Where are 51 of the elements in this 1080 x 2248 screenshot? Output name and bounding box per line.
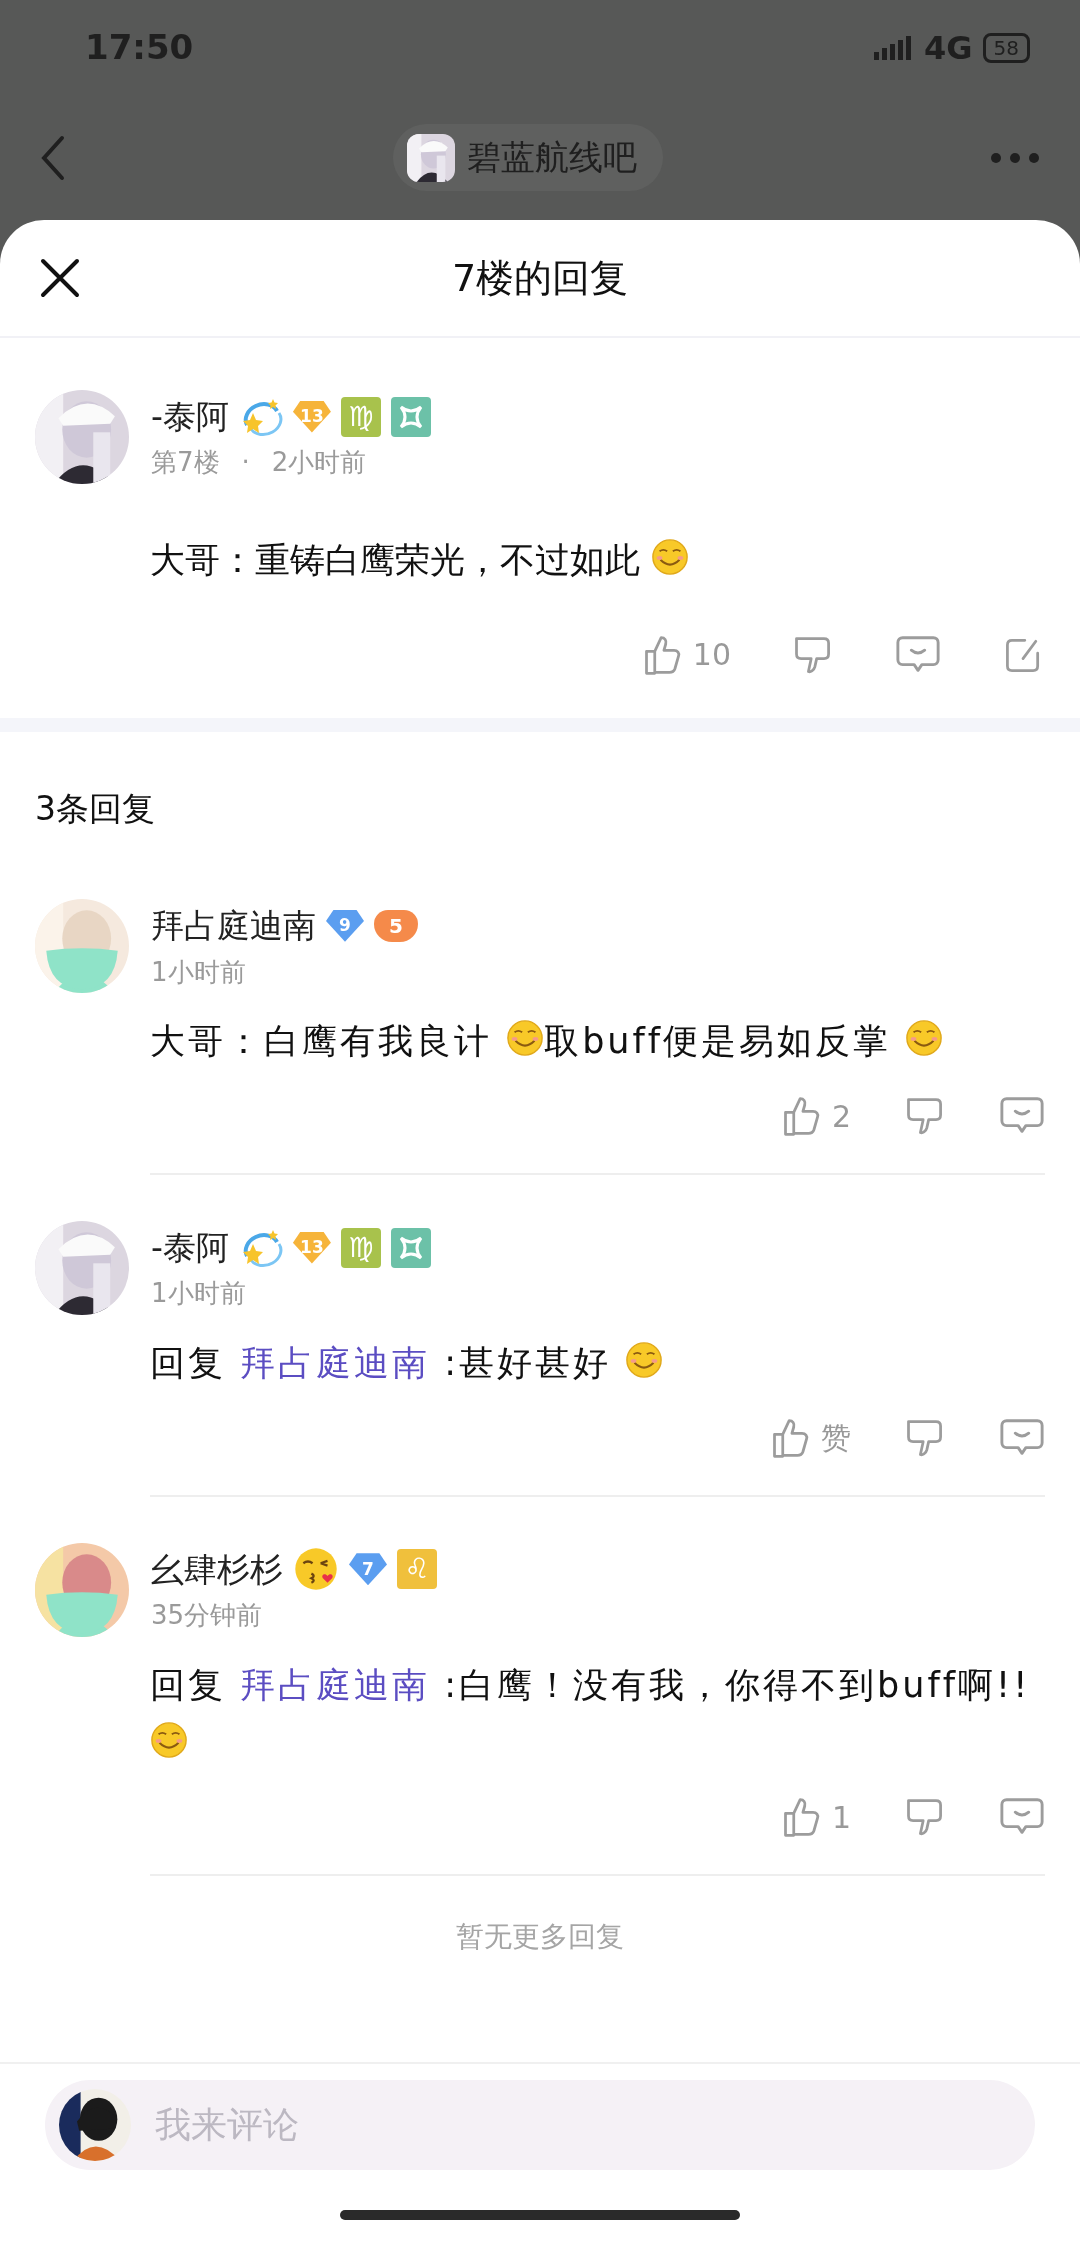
level-badge: 7 bbox=[349, 1553, 387, 1586]
comment-text: 大哥：白鹰有我良计 bbox=[150, 1021, 492, 1062]
floor-number: 第7楼 bbox=[151, 446, 220, 480]
like-count: 赞 bbox=[821, 1419, 851, 1458]
back-icon[interactable] bbox=[40, 134, 66, 181]
reply-count: 3条回复 bbox=[34, 787, 156, 830]
smiley-icon bbox=[905, 1019, 944, 1058]
comment-text: 取buff便是易如反掌 bbox=[544, 1021, 892, 1062]
user-link[interactable]: 拜占庭迪南 bbox=[240, 1664, 431, 1705]
clock-time: 17:50 bbox=[85, 26, 194, 69]
zodiac-badge: ♌ bbox=[397, 1549, 437, 1590]
like-count: 1 bbox=[831, 1798, 851, 1837]
level-badge: 13 bbox=[292, 400, 331, 433]
level-badge: 9 bbox=[326, 909, 364, 942]
zodiac-badge: ♍ bbox=[340, 1227, 381, 1268]
comment-text: 回复 bbox=[150, 1343, 226, 1383]
comment-text: 回复 bbox=[150, 1664, 226, 1705]
post-time: 2小时前 bbox=[271, 446, 367, 480]
close-icon bbox=[40, 258, 80, 298]
smiley-icon bbox=[506, 1019, 545, 1058]
reply-time: 1小时前 bbox=[151, 1277, 246, 1311]
network-type: 4G bbox=[924, 27, 973, 69]
reply-time: 1小时前 bbox=[151, 955, 246, 989]
like-count: 10 bbox=[692, 636, 731, 675]
battery-level: 58 bbox=[982, 32, 1030, 63]
comment-field[interactable]: 我来评论 bbox=[153, 2097, 1019, 2153]
comment-text: 大哥：重铸白鹰荣光，不过如此 bbox=[150, 540, 640, 580]
reply-time: 35分钟前 bbox=[151, 1599, 263, 1632]
username[interactable]: -泰阿 bbox=[151, 1222, 229, 1273]
smiley-icon bbox=[651, 538, 690, 576]
comment-text: :白鹰！没有我，你得不到buff啊!! bbox=[444, 1664, 1031, 1705]
signal-icon bbox=[874, 33, 914, 62]
comment-box[interactable]: 我来评论 bbox=[45, 2080, 1035, 2170]
username[interactable]: -泰阿 bbox=[151, 391, 229, 442]
emoji-icon bbox=[293, 1546, 339, 1593]
smiley-icon bbox=[625, 1341, 664, 1379]
separator-dot: · bbox=[241, 446, 250, 480]
user-link[interactable]: 拜占庭迪南 bbox=[240, 1343, 431, 1383]
zodiac-badge: ♍ bbox=[340, 396, 381, 437]
smiley-icon bbox=[150, 1720, 188, 1759]
comment-text: :甚好甚好 bbox=[444, 1343, 612, 1383]
sheet-title: 7楼的回复 bbox=[451, 254, 629, 302]
username[interactable]: 幺肆杉杉 bbox=[151, 1544, 283, 1594]
forum-name: 碧蓝航线吧 bbox=[467, 136, 637, 179]
like-count: 2 bbox=[831, 1097, 851, 1136]
no-more-replies: 暂无更多回复 bbox=[456, 1920, 624, 1954]
level-badge: 5 bbox=[374, 909, 418, 942]
more-icon[interactable] bbox=[990, 151, 1040, 164]
username[interactable]: 拜占庭迪南 bbox=[151, 901, 316, 951]
level-badge: 13 bbox=[292, 1231, 331, 1264]
close-button[interactable] bbox=[40, 258, 80, 298]
